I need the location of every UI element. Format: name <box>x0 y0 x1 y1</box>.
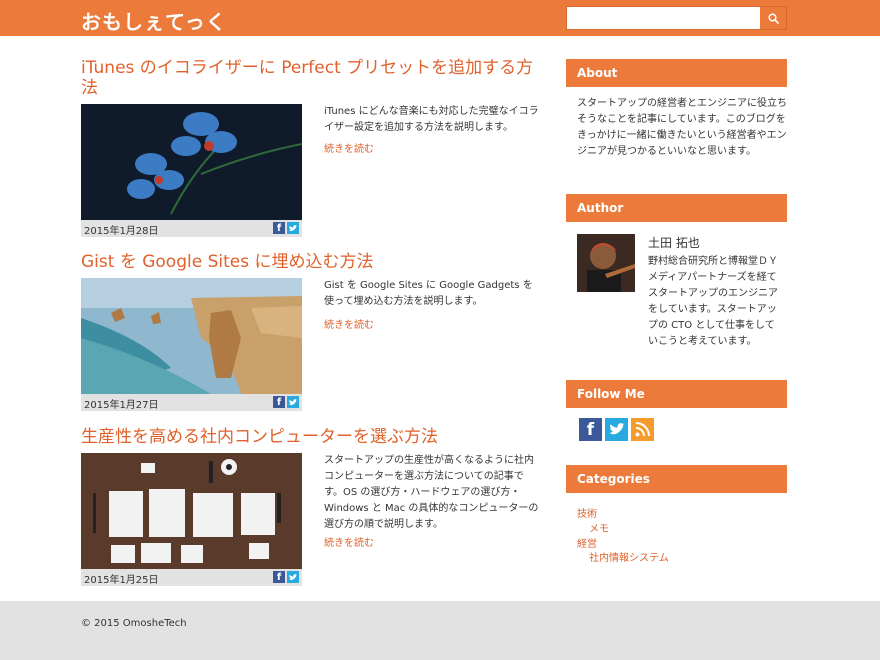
post-date: 2015年1月28日 <box>84 226 159 237</box>
post-title[interactable]: 生産性を高める社内コンピューターを選ぶ方法 <box>81 427 542 447</box>
author-bio: 野村総合研究所と博報堂ＤＹメディアパートナーズを経てスタートアップのエンジニアを… <box>648 256 778 347</box>
follow-heading: Follow Me <box>566 380 787 408</box>
post-date-bar: 2015年1月28日 f <box>81 220 302 237</box>
facebook-icon[interactable]: f <box>579 418 602 441</box>
post-date: 2015年1月25日 <box>84 575 159 586</box>
stationery-image <box>81 453 302 569</box>
read-more-link[interactable]: 続きを読む <box>324 140 374 155</box>
site-logo[interactable]: おもしぇてっく <box>81 6 227 35</box>
about-text: スタートアップの経営者とエンジニアに役立ちそうなことを記事にしています。このブロ… <box>577 98 787 157</box>
search-button[interactable] <box>759 7 786 29</box>
twitter-icon[interactable] <box>605 418 628 441</box>
post-item: Gist を Google Sites に埋め込む方法 2015年1月27日 f… <box>81 252 542 412</box>
author-name: 土田 拓也 <box>648 236 700 250</box>
site-header: おもしぇてっく <box>0 0 880 36</box>
category-link[interactable]: 技術 <box>577 505 597 520</box>
search-icon <box>767 12 779 24</box>
post-excerpt: iTunes にどんな音楽にも対応した完璧なイコライザー設定を追加する方法を説明… <box>324 106 539 133</box>
search-form <box>566 6 787 30</box>
read-more-link[interactable]: 続きを読む <box>324 316 374 331</box>
post-date-bar: 2015年1月25日 f <box>81 569 302 586</box>
post-thumbnail[interactable]: 2015年1月25日 f <box>81 453 302 586</box>
post-date-bar: 2015年1月27日 f <box>81 394 302 411</box>
twitter-share-icon[interactable] <box>287 396 299 408</box>
rss-icon[interactable] <box>631 418 654 441</box>
site-footer: © 2015 OmosheTech <box>0 601 880 660</box>
category-link[interactable]: メモ <box>589 520 609 535</box>
post-item: 生産性を高める社内コンピューターを選ぶ方法 2015年1月25日 f スタートア… <box>81 427 542 587</box>
post-date: 2015年1月27日 <box>84 400 159 411</box>
read-more-link[interactable]: 続きを読む <box>324 534 374 549</box>
facebook-share-icon[interactable]: f <box>273 396 285 408</box>
coastline-image <box>81 278 302 394</box>
post-thumbnail[interactable]: 2015年1月28日 f <box>81 104 302 237</box>
orchid-image <box>81 104 302 220</box>
category-link[interactable]: 社内情報システム <box>589 549 669 564</box>
twitter-share-icon[interactable] <box>287 222 299 234</box>
post-title[interactable]: iTunes のイコライザーに Perfect プリセットを追加する方法 <box>81 58 542 98</box>
categories-heading: Categories <box>566 465 787 493</box>
twitter-share-icon[interactable] <box>287 571 299 583</box>
post-title[interactable]: Gist を Google Sites に埋め込む方法 <box>81 252 542 272</box>
facebook-share-icon[interactable]: f <box>273 571 285 583</box>
about-heading: About <box>566 59 787 87</box>
post-excerpt: Gist を Google Sites に Google Gadgets を使っ… <box>324 280 533 307</box>
copyright-text: © 2015 OmosheTech <box>81 618 187 629</box>
search-input[interactable] <box>567 7 758 29</box>
post-excerpt: スタートアップの生産性が高くなるように社内コンピューターを選ぶ方法についての記事… <box>324 455 539 530</box>
avatar <box>577 234 635 292</box>
post-item: iTunes のイコライザーに Perfect プリセットを追加する方法 201… <box>81 58 542 238</box>
post-thumbnail[interactable]: 2015年1月27日 f <box>81 278 302 411</box>
author-heading: Author <box>566 194 787 222</box>
facebook-share-icon[interactable]: f <box>273 222 285 234</box>
category-link[interactable]: 経営 <box>577 535 597 550</box>
